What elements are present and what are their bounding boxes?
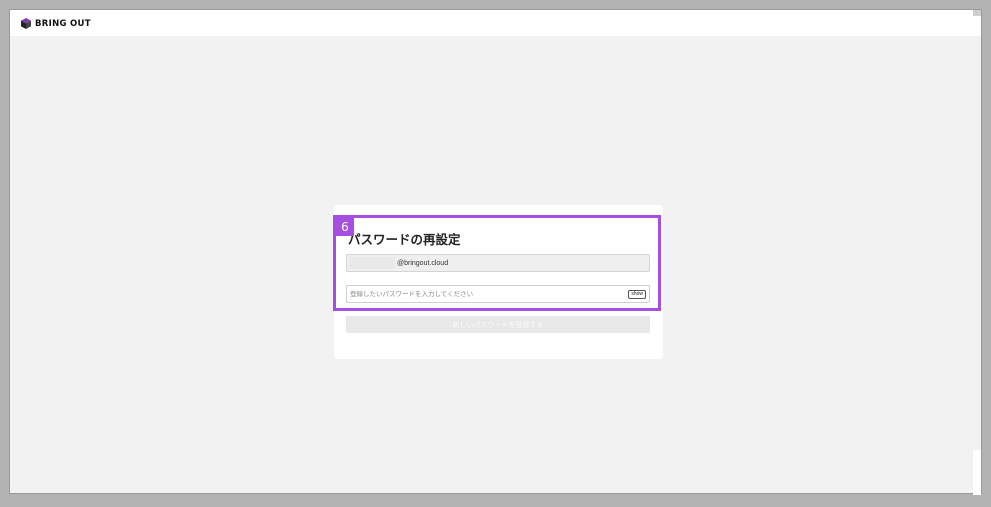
page-title: パスワードの再設定 [348,232,461,247]
register-new-password-button[interactable]: 新しいパスワードを登録する [346,316,650,333]
show-password-button[interactable]: show [628,290,646,299]
email-display-field: @bringout.cloud [346,254,650,272]
brand-name: BRING OUT [35,18,91,29]
scrollbar-top [973,10,981,16]
cube-logo-icon [21,18,31,29]
top-header: BRING OUT [10,10,981,36]
brand-logo[interactable]: BRING OUT [21,18,91,29]
password-reset-card: パスワードの再設定 @bringout.cloud show 新しいパスワードを… [334,205,663,359]
app-window: BRING OUT パスワードの再設定 @bringout.cloud show… [9,9,982,495]
new-password-field: show [346,285,650,303]
email-local-part-masked [349,257,395,269]
email-domain: @bringout.cloud [397,259,449,267]
new-password-input[interactable] [350,288,620,300]
scrollbar-bottom [973,450,981,495]
